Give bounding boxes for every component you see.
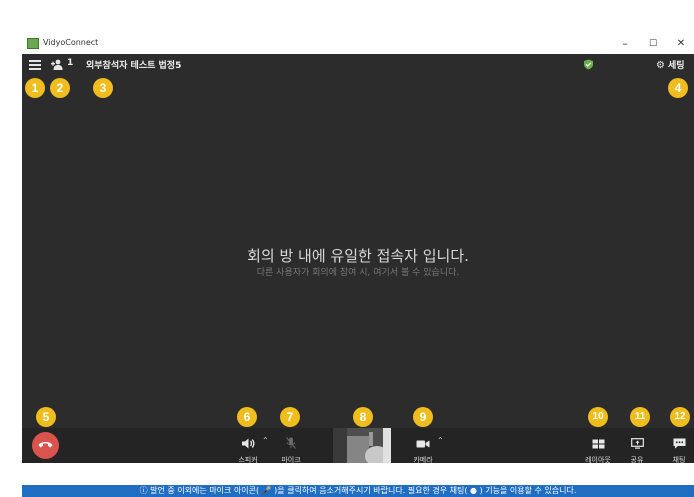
share-button[interactable]: 공유 xyxy=(626,434,648,465)
screen-share-icon xyxy=(630,438,644,449)
callout-badge-7: 7 xyxy=(280,407,300,427)
secure-shield-icon xyxy=(584,59,593,70)
callout-badge-4: 4 xyxy=(668,78,688,98)
settings-label: 세팅 xyxy=(667,61,685,71)
self-camera-image xyxy=(333,428,391,463)
participants-icon[interactable] xyxy=(51,59,63,70)
callout-badge-8: 8 xyxy=(353,407,373,427)
participant-count: 1 xyxy=(67,58,74,68)
speaker-label: 스피커 xyxy=(238,456,258,464)
chat-label: 채팅 xyxy=(672,456,686,464)
layout-grid-icon xyxy=(592,439,604,449)
settings-button[interactable]: ⚙ 세팅 xyxy=(656,58,685,71)
notice-bar: ⓘ 발언 중 이외에는 마이크 아이콘( 🎤 )을 클릭하여 음소거해주시기 바… xyxy=(22,485,694,497)
callout-badge-12: 12 xyxy=(670,407,690,427)
chevron-up-icon: ⌃ xyxy=(437,436,444,445)
mic-label: 마이크 xyxy=(281,456,301,464)
menu-icon[interactable] xyxy=(29,60,41,70)
callout-badge-10: 10 xyxy=(588,407,608,427)
share-label: 공유 xyxy=(630,456,644,464)
chevron-up-icon: ⌃ xyxy=(262,436,269,445)
chat-button[interactable]: 채팅 xyxy=(668,434,690,465)
speaker-button[interactable]: 스피커 xyxy=(232,434,264,465)
speaker-icon xyxy=(242,438,255,449)
app-logo-icon xyxy=(27,38,39,49)
callout-badge-5: 5 xyxy=(36,407,56,427)
callout-badge-11: 11 xyxy=(630,407,650,427)
minimize-button[interactable]: – xyxy=(612,35,638,53)
callout-badge-1: 1 xyxy=(25,78,45,98)
phone-hangup-icon xyxy=(38,442,53,448)
video-stage: 1 외부참석자 테스트 법정5 ⚙ 세팅 1 2 3 4 회의 방 내에 유일한 … xyxy=(22,54,694,465)
app-title: VidyoConnect xyxy=(43,38,99,47)
callout-badge-9: 9 xyxy=(413,407,433,427)
video-camera-icon xyxy=(416,440,430,448)
maximize-button[interactable]: ☐ xyxy=(640,35,666,53)
alone-message: 회의 방 내에 유일한 접속자 입니다. xyxy=(247,247,469,265)
hang-up-button[interactable] xyxy=(32,432,59,459)
app-window: VidyoConnect – ☐ ✕ 1 외부참석자 테스트 법정5 ⚙ 세팅 1… xyxy=(22,34,694,497)
mic-button[interactable]: 마이크 xyxy=(276,434,306,465)
callout-badge-3: 3 xyxy=(93,78,113,98)
close-button[interactable]: ✕ xyxy=(668,35,694,53)
callout-badge-2: 2 xyxy=(50,78,70,98)
chat-bubble-icon xyxy=(673,438,685,449)
bottom-toolbar: 스피커 ⌃ 마이크 카메라 ⌃ 레이아웃 공유 채팅 xyxy=(22,428,694,465)
layout-label: 레이아웃 xyxy=(585,456,611,464)
camera-button[interactable]: 카메라 xyxy=(408,434,438,465)
title-bar: VidyoConnect – ☐ ✕ xyxy=(22,34,694,54)
gear-icon: ⚙ xyxy=(656,60,665,71)
alone-sub-message: 다른 사용자가 회의에 참여 시, 여기서 볼 수 있습니다. xyxy=(256,268,460,278)
top-toolbar: 1 외부참석자 테스트 법정5 ⚙ 세팅 xyxy=(22,54,694,76)
self-view-preview[interactable] xyxy=(333,428,391,463)
callout-badge-6: 6 xyxy=(237,407,257,427)
layout-button[interactable]: 레이아웃 xyxy=(582,434,614,465)
microphone-muted-icon xyxy=(286,437,296,449)
camera-label: 카메라 xyxy=(413,456,433,464)
room-name: 외부참석자 테스트 법정5 xyxy=(86,61,182,71)
